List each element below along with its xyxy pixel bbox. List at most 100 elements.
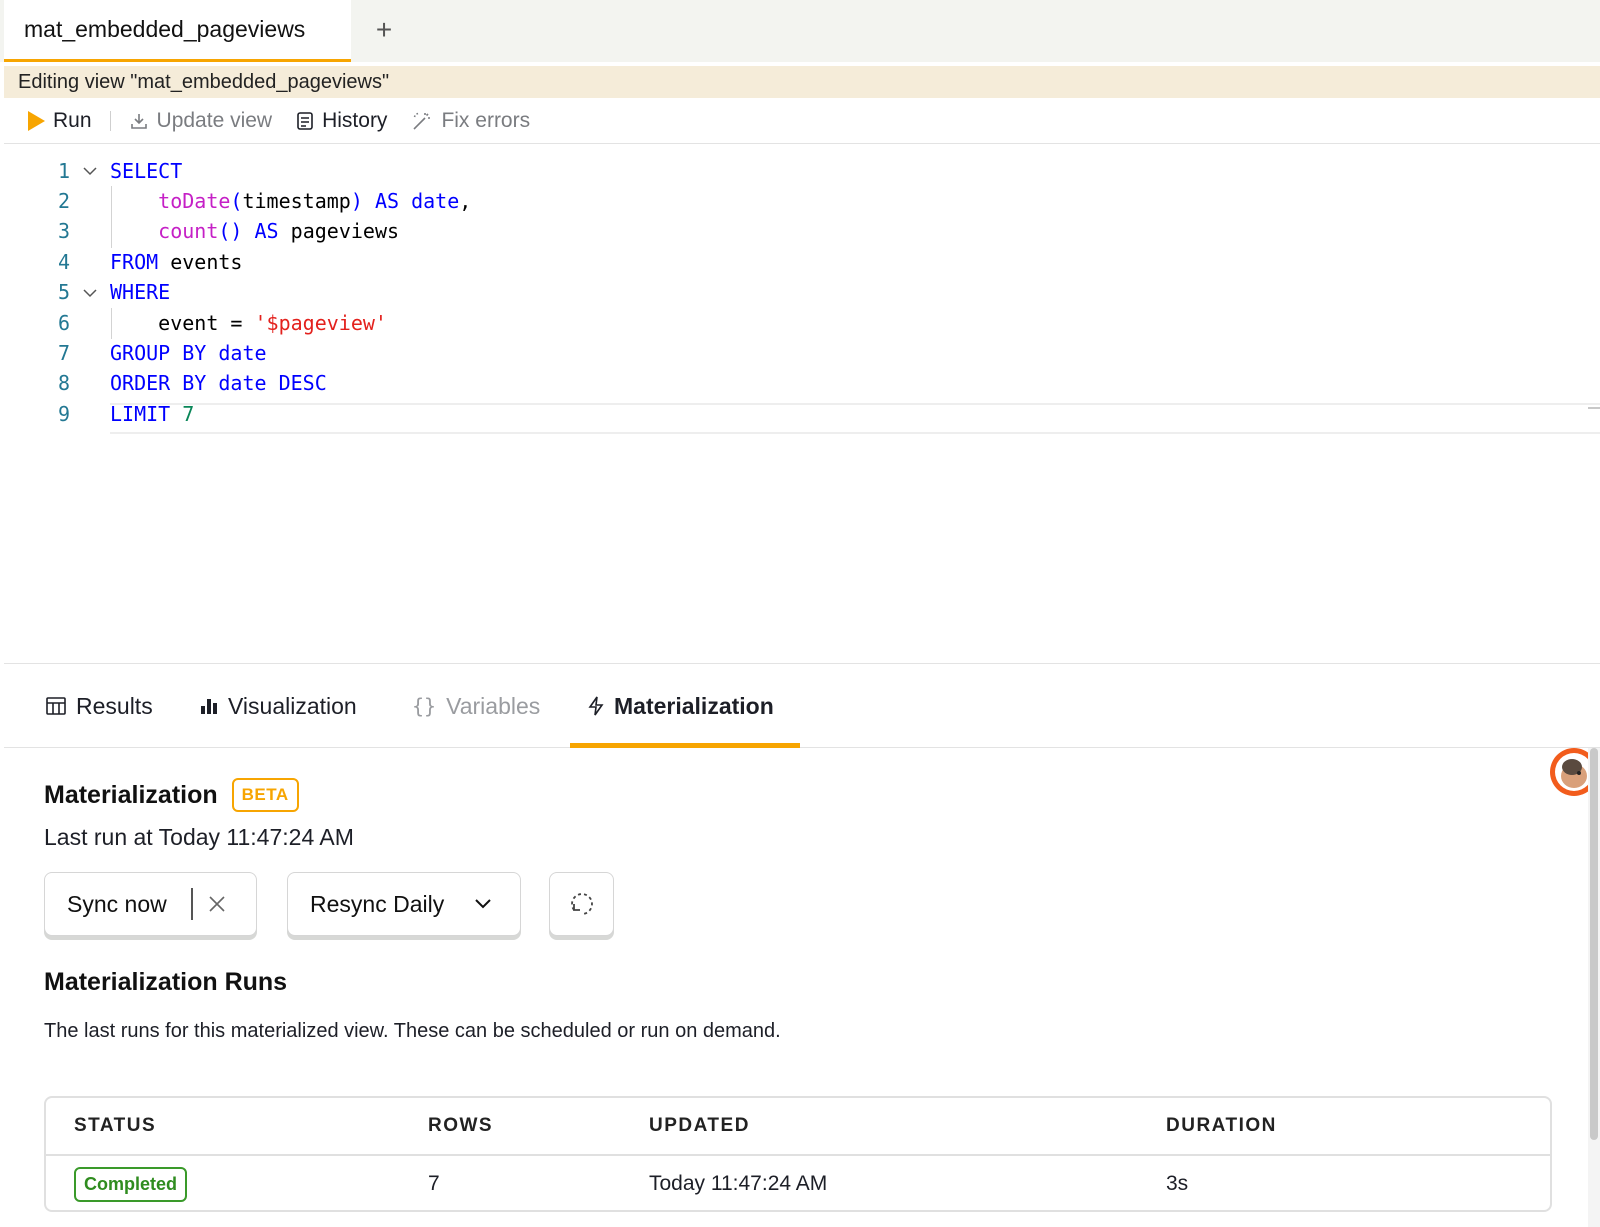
status-badge: Completed bbox=[74, 1166, 188, 1202]
fix-errors-button[interactable]: Fix errors bbox=[399, 101, 542, 141]
code-token: event = bbox=[110, 310, 255, 335]
line-number: 9 bbox=[57, 401, 70, 426]
resync-schedule-select[interactable]: Resync Daily bbox=[287, 872, 521, 936]
runs-description: The last runs for this materialized view… bbox=[44, 1020, 781, 1042]
materialization-title: Materialization BETA bbox=[44, 778, 299, 812]
code-line[interactable]: 3 count() AS pageviews bbox=[4, 216, 1600, 247]
status-cell: Completed bbox=[74, 1156, 188, 1210]
resync-label: Resync Daily bbox=[310, 890, 445, 917]
tab-results[interactable]: Results bbox=[46, 664, 153, 748]
code-text: toDate(timestamp) AS date, bbox=[110, 189, 471, 213]
plus-icon: + bbox=[375, 14, 393, 45]
code-line[interactable]: 5 WHERE bbox=[4, 277, 1600, 308]
code-token: ) bbox=[350, 188, 375, 213]
history-label: History bbox=[322, 108, 388, 132]
code-line[interactable]: 2 toDate(timestamp) AS date, bbox=[4, 185, 1600, 216]
code-token: count bbox=[158, 219, 219, 244]
button-divider bbox=[190, 888, 193, 920]
header-updated: UPDATED bbox=[649, 1115, 750, 1136]
close-icon[interactable] bbox=[207, 894, 227, 914]
tab-materialization[interactable]: Materialization bbox=[588, 664, 774, 748]
code-line[interactable]: 6 event = '$pageview' bbox=[4, 307, 1600, 338]
editor-toolbar: Run Update view History Fix errors bbox=[4, 98, 1600, 144]
sql-editor[interactable]: 1 SELECT 2 toDate(timestamp) AS date, 3 cou… bbox=[4, 145, 1600, 796]
code-token: ( bbox=[230, 188, 243, 213]
code-token: SELECT bbox=[110, 158, 183, 183]
update-view-button[interactable]: Update view bbox=[117, 101, 285, 141]
code-token: 7 bbox=[182, 401, 195, 426]
line-number: 6 bbox=[57, 310, 70, 335]
editing-banner-text: Editing view "mat_embedded_pageviews" bbox=[18, 70, 390, 93]
toolbar-divider bbox=[109, 110, 111, 131]
header-rows: ROWS bbox=[428, 1115, 494, 1136]
table-row[interactable]: Completed 7 Today 11:47:24 AM 3s bbox=[46, 1156, 1550, 1210]
fix-errors-label: Fix errors bbox=[441, 108, 531, 132]
code-token: ORDER BY date DESC bbox=[110, 371, 327, 396]
sync-now-label: Sync now bbox=[67, 890, 167, 917]
code-token: pageviews bbox=[278, 219, 400, 244]
refresh-button[interactable] bbox=[549, 872, 614, 936]
code-token: AS bbox=[374, 188, 400, 213]
code-line[interactable]: 4 FROM events bbox=[4, 246, 1600, 277]
scrollbar-thumb[interactable] bbox=[1590, 748, 1598, 1140]
code-token: AS bbox=[254, 219, 279, 244]
chevron-down-icon[interactable] bbox=[82, 163, 98, 179]
tab-variables-label: Variables bbox=[446, 692, 541, 719]
code-line[interactable]: 7 GROUP BY date bbox=[4, 337, 1600, 368]
active-tab-indicator bbox=[570, 743, 800, 748]
code-text: LIMIT 7 bbox=[110, 402, 194, 426]
code-line[interactable]: 1 SELECT bbox=[4, 155, 1600, 186]
code-token: , bbox=[459, 188, 472, 213]
tab-bar: mat_embedded_pageviews + bbox=[0, 0, 1600, 62]
duration-cell: 3s bbox=[1166, 1172, 1189, 1195]
header-duration: DURATION bbox=[1166, 1115, 1277, 1136]
lightning-icon bbox=[588, 696, 604, 716]
code-token: events bbox=[158, 249, 243, 274]
tab-materialization-label: Materialization bbox=[614, 692, 774, 719]
updated-cell: Today 11:47:24 AM bbox=[649, 1172, 828, 1195]
tab-variables[interactable]: {} Variables bbox=[412, 664, 540, 748]
code-text: count() AS pageviews bbox=[110, 219, 399, 243]
code-text: FROM events bbox=[110, 250, 242, 274]
line-number: 7 bbox=[57, 340, 70, 365]
new-tab-button[interactable]: + bbox=[368, 14, 400, 46]
code-text: GROUP BY date bbox=[110, 341, 267, 365]
code-token: LIMIT bbox=[110, 401, 171, 426]
code-text: ORDER BY date DESC bbox=[110, 371, 327, 395]
run-button[interactable]: Run bbox=[4, 101, 104, 141]
table-header: STATUS ROWS UPDATED DURATION bbox=[46, 1098, 1550, 1156]
line-number: 4 bbox=[57, 249, 70, 274]
code-text: WHERE bbox=[110, 280, 170, 304]
panel-scrollbar[interactable] bbox=[1588, 748, 1600, 1227]
materialization-heading: Materialization bbox=[44, 780, 218, 809]
tab-visualization-label: Visualization bbox=[228, 692, 357, 719]
rows-cell: 7 bbox=[428, 1172, 440, 1195]
code-line[interactable]: 9 LIMIT 7 bbox=[4, 398, 1600, 429]
tab-visualization[interactable]: Visualization bbox=[200, 664, 357, 748]
code-token: timestamp bbox=[242, 188, 351, 213]
code-line[interactable]: 8 ORDER BY date DESC bbox=[4, 368, 1600, 399]
chevron-down-icon bbox=[475, 899, 491, 909]
tab-label: mat_embedded_pageviews bbox=[24, 16, 306, 42]
line-number: 2 bbox=[57, 188, 70, 213]
braces-icon: {} bbox=[412, 694, 437, 718]
code-text: event = '$pageview' bbox=[110, 311, 387, 335]
code-token: () bbox=[218, 219, 255, 244]
editing-banner: Editing view "mat_embedded_pageviews" bbox=[4, 66, 1600, 98]
run-label: Run bbox=[53, 108, 92, 132]
play-icon bbox=[28, 110, 45, 131]
sync-now-button[interactable]: Sync now bbox=[44, 872, 257, 936]
line-number: 8 bbox=[57, 371, 70, 396]
beta-badge: BETA bbox=[231, 778, 299, 812]
runs-table: STATUS ROWS UPDATED DURATION Completed 7… bbox=[44, 1096, 1552, 1212]
result-tabs: Results Visualization {} Variables Mater… bbox=[4, 664, 1600, 748]
line-number: 1 bbox=[57, 158, 70, 183]
tab-mat-embedded-pageviews[interactable]: mat_embedded_pageviews bbox=[4, 0, 351, 62]
bar-chart-icon bbox=[201, 699, 217, 714]
code-text: SELECT bbox=[110, 159, 182, 183]
history-button[interactable]: History bbox=[284, 101, 399, 141]
chevron-down-icon[interactable] bbox=[82, 285, 98, 301]
